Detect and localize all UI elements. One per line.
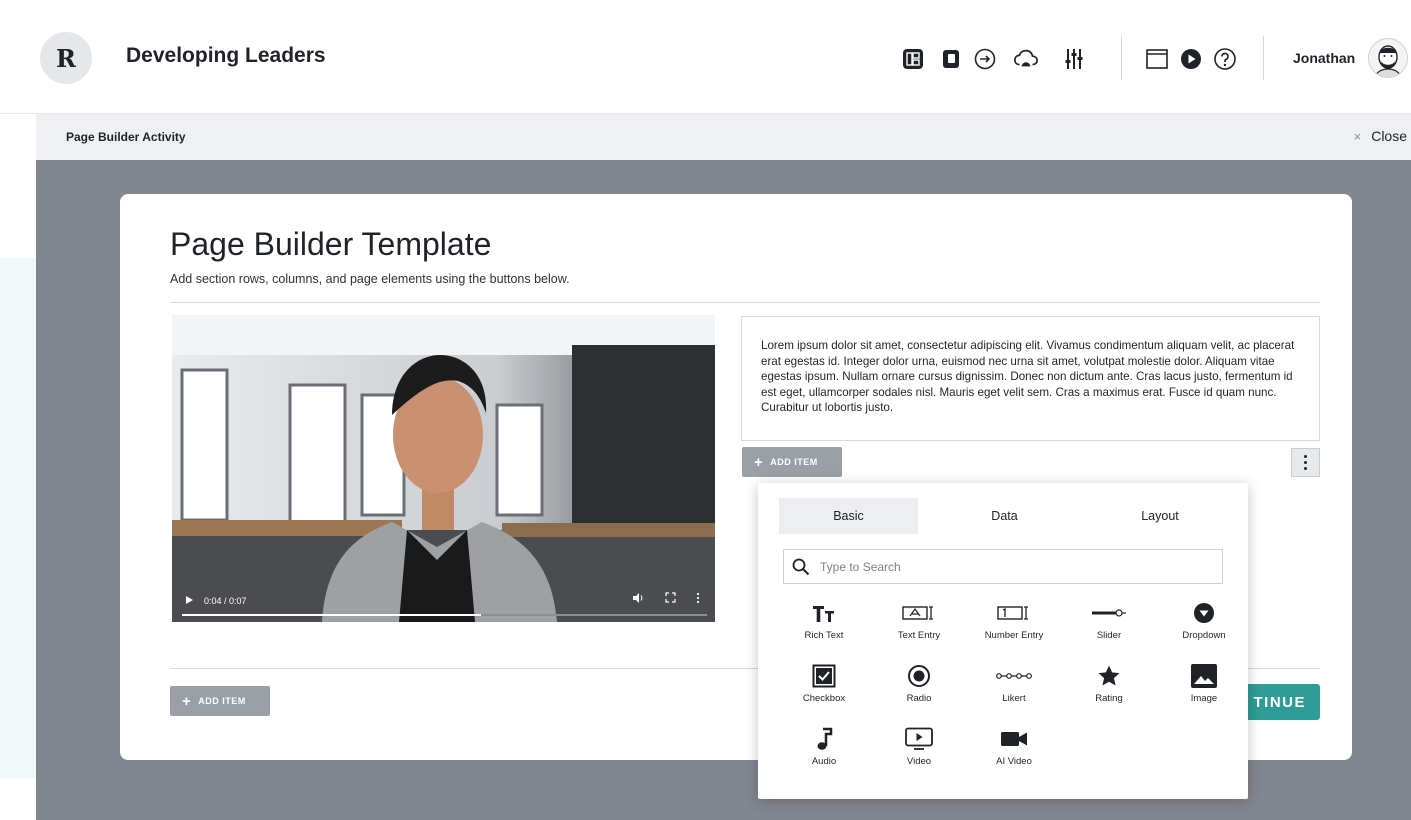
star-icon <box>1098 665 1120 686</box>
item-ai-video[interactable]: AI Video <box>974 726 1054 786</box>
dropdown-icon <box>1194 603 1214 623</box>
plus-icon: + <box>182 692 192 710</box>
left-edge-strip <box>0 0 36 820</box>
text-entry-icon <box>902 606 933 620</box>
volume-icon[interactable] <box>632 592 644 607</box>
fullscreen-icon[interactable] <box>665 592 676 606</box>
search-icon <box>792 558 810 575</box>
search-input[interactable] <box>818 558 1202 575</box>
element-picker: Basic Data Layout Rich Text Text Entry N… <box>758 483 1248 799</box>
app-title: Developing Leaders <box>126 44 326 67</box>
kebab-dot <box>1304 467 1307 470</box>
video-camera-icon <box>1001 732 1027 746</box>
tab-layout[interactable]: Layout <box>1091 498 1229 534</box>
page-subtitle: Add section rows, columns, and page elem… <box>170 272 570 286</box>
item-image[interactable]: Image <box>1164 663 1244 723</box>
item-audio[interactable]: Audio <box>784 726 864 786</box>
item-rating[interactable]: Rating <box>1069 663 1149 723</box>
video-icon <box>905 727 933 750</box>
close-button[interactable]: × Close <box>1354 128 1407 144</box>
video-progress-bar[interactable] <box>182 614 707 616</box>
add-item-button[interactable]: + ADD ITEM <box>170 686 270 716</box>
plus-icon: + <box>754 453 764 471</box>
video-controls: 0:04 / 0:07 <box>172 584 715 622</box>
forward-icon[interactable] <box>972 46 998 72</box>
item-label: Number Entry <box>984 630 1044 641</box>
item-checkbox[interactable]: Checkbox <box>784 663 864 723</box>
item-video[interactable]: Video <box>879 726 959 786</box>
video-player[interactable]: 0:04 / 0:07 <box>172 315 715 622</box>
tab-data[interactable]: Data <box>918 498 1091 534</box>
close-label: Close <box>1371 128 1407 144</box>
video-time: 0:04 / 0:07 <box>204 596 247 606</box>
left-edge-tint <box>0 258 36 778</box>
add-item-label: ADD ITEM <box>770 457 818 467</box>
sliders-icon[interactable] <box>1061 46 1087 72</box>
video-progress-fill <box>182 614 482 616</box>
item-slider[interactable]: Slider <box>1069 600 1149 660</box>
item-likert[interactable]: Likert <box>974 663 1054 723</box>
picker-search <box>783 549 1223 584</box>
app-logo[interactable]: R <box>40 32 92 84</box>
header-divider <box>1263 36 1264 80</box>
item-label: Radio <box>906 693 932 704</box>
item-label: Rich Text <box>804 630 844 641</box>
cloud-icon[interactable] <box>1013 46 1039 72</box>
close-icon: × <box>1353 128 1362 144</box>
top-header: R Developing Leaders Jonathan <box>0 0 1411 114</box>
window-icon[interactable] <box>1144 46 1170 72</box>
video-more-icon[interactable] <box>696 592 700 607</box>
item-dropdown[interactable]: Dropdown <box>1164 600 1244 660</box>
rich-text-block[interactable]: Lorem ipsum dolor sit amet, consectetur … <box>741 316 1320 441</box>
number-entry-icon <box>997 606 1028 620</box>
tab-basic[interactable]: Basic <box>779 498 918 534</box>
activity-title: Page Builder Activity <box>66 130 186 144</box>
item-label: Checkbox <box>802 693 846 704</box>
help-icon[interactable] <box>1212 46 1238 72</box>
activity-bar: Page Builder Activity × Close <box>36 114 1411 160</box>
add-item-button[interactable]: + ADD ITEM <box>742 447 842 477</box>
item-label: Image <box>1190 693 1218 704</box>
item-label: Audio <box>811 756 837 767</box>
kebab-dot <box>1304 455 1307 458</box>
item-label: Rating <box>1095 693 1123 704</box>
avatar[interactable] <box>1368 38 1408 78</box>
item-label: AI Video <box>996 756 1032 767</box>
item-label: Dropdown <box>1182 630 1226 641</box>
column-options-button[interactable] <box>1291 448 1320 477</box>
item-label: Text Entry <box>897 630 941 641</box>
picker-tabs: Basic Data Layout <box>779 498 1229 534</box>
header-divider <box>1121 36 1122 80</box>
item-label: Likert <box>1002 693 1026 704</box>
video-frame <box>172 315 715 622</box>
play-icon[interactable] <box>1178 46 1204 72</box>
item-label: Video <box>906 756 932 767</box>
user-name[interactable]: Jonathan <box>1293 50 1355 66</box>
likert-icon <box>996 673 1032 679</box>
page-title: Page Builder Template <box>170 226 492 262</box>
item-label: Slider <box>1096 630 1122 641</box>
kebab-dot <box>1304 461 1307 464</box>
rich-text-icon <box>813 606 834 622</box>
item-radio[interactable]: Radio <box>879 663 959 723</box>
copy-icon[interactable] <box>938 46 964 72</box>
add-item-label: ADD ITEM <box>198 696 246 706</box>
slider-icon <box>1092 609 1126 617</box>
music-note-icon <box>817 727 833 750</box>
item-number-entry[interactable]: Number Entry <box>974 600 1054 660</box>
section-divider <box>170 302 1320 303</box>
item-text-entry[interactable]: Text Entry <box>879 600 959 660</box>
radio-icon <box>908 665 930 687</box>
video-play-icon[interactable] <box>186 596 193 604</box>
image-icon <box>1191 664 1217 688</box>
item-rich-text[interactable]: Rich Text <box>784 600 864 660</box>
layout-icon[interactable] <box>900 46 926 72</box>
checkbox-icon <box>812 664 836 688</box>
